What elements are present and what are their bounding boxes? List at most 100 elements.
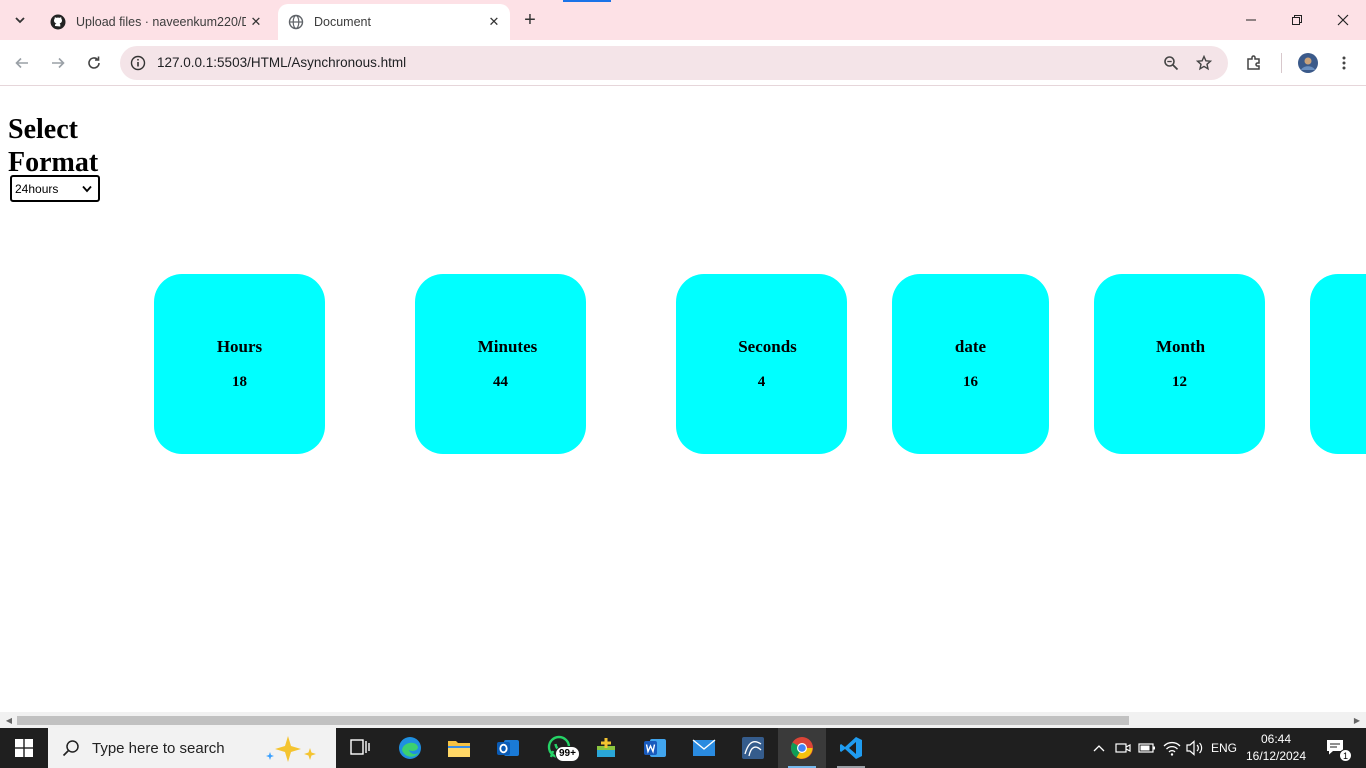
scroll-right-icon[interactable]: ▶	[1351, 714, 1363, 726]
more-vertical-icon	[1342, 56, 1346, 70]
scrollbar-thumb[interactable]	[17, 716, 1129, 725]
camera-icon	[1115, 743, 1131, 753]
chevron-up-icon	[1093, 745, 1105, 752]
restore-icon	[1292, 15, 1302, 25]
clock-date: 16/12/2024	[1245, 749, 1307, 763]
zoom-icon[interactable]	[1161, 53, 1181, 73]
minutes-card: Minutes 44	[415, 274, 586, 454]
taskbar-vscode[interactable]	[827, 728, 875, 768]
minimize-icon	[1246, 19, 1256, 21]
scroll-left-icon[interactable]: ◀	[3, 714, 15, 726]
taskbar-search-box[interactable]: Type here to search	[48, 728, 336, 768]
windows-taskbar: Type here to search 99+ ENG 06:44 16/12/…	[0, 728, 1366, 768]
task-view-icon	[350, 739, 370, 755]
tray-overflow-button[interactable]	[1088, 728, 1110, 768]
chrome-icon	[791, 737, 813, 759]
arrow-left-icon	[15, 57, 28, 69]
page-heading: Select Format	[8, 114, 99, 178]
new-tab-button[interactable]: +	[518, 8, 542, 32]
tab-upload-files[interactable]: Upload files · naveenkum220/D ✕	[40, 4, 272, 40]
edge-icon	[399, 737, 421, 759]
site-info-icon[interactable]	[128, 53, 148, 73]
taskbar-chrome[interactable]	[778, 728, 826, 768]
tray-clock[interactable]: 06:44 16/12/2024	[1244, 731, 1308, 765]
notification-count-badge: 1	[1339, 749, 1352, 762]
taskbar-sql-tool[interactable]	[729, 728, 777, 768]
arrow-right-icon	[52, 57, 65, 69]
action-center-button[interactable]: 1	[1318, 728, 1354, 768]
card-label: Month	[1155, 337, 1206, 356]
tab-title: Document	[314, 15, 371, 29]
tab-title: Upload files · naveenkum220/D	[76, 15, 246, 29]
restore-button[interactable]	[1274, 0, 1320, 40]
taskbar-mail[interactable]	[680, 728, 728, 768]
windows-logo-icon	[15, 739, 33, 757]
url-text[interactable]: 127.0.0.1:5503/HTML/Asynchronous.html	[157, 55, 406, 70]
task-view-button[interactable]	[336, 728, 384, 768]
search-icon	[62, 740, 79, 757]
format-select-value: 24hours	[15, 181, 59, 196]
card-value: 12	[1172, 374, 1187, 390]
tray-battery[interactable]	[1136, 728, 1158, 768]
taskbar-app-plus[interactable]	[582, 728, 630, 768]
reload-button[interactable]	[81, 50, 107, 76]
wifi-icon	[1163, 741, 1181, 756]
card-value: 4	[757, 374, 766, 390]
tray-network[interactable]	[1160, 728, 1184, 768]
profile-avatar[interactable]	[1295, 50, 1321, 76]
extensions-button[interactable]	[1241, 50, 1267, 76]
tab-search-button[interactable]	[8, 8, 32, 32]
tray-meet-now[interactable]	[1112, 728, 1134, 768]
outlook-icon	[497, 740, 519, 756]
start-button[interactable]	[0, 728, 48, 768]
date-card: date 16	[892, 274, 1049, 454]
chevron-down-icon	[82, 185, 92, 192]
loading-indicator	[563, 0, 611, 2]
tab-close-icon[interactable]: ✕	[484, 12, 504, 32]
folder-icon	[448, 741, 470, 757]
menu-button[interactable]	[1331, 50, 1357, 76]
avatar-icon	[1298, 53, 1318, 73]
month-card: Month 12	[1094, 274, 1265, 454]
card-label: Seconds	[738, 337, 797, 356]
tab-strip: Upload files · naveenkum220/D ✕ Document…	[0, 0, 1366, 40]
chevron-down-icon	[15, 17, 25, 24]
tab-close-icon[interactable]: ✕	[246, 12, 266, 32]
card-label: date	[954, 337, 987, 356]
bookmark-star-icon[interactable]	[1194, 53, 1214, 73]
forward-button[interactable]	[45, 50, 71, 76]
minimize-button[interactable]	[1228, 0, 1274, 40]
taskbar-whatsapp[interactable]: 99+	[533, 728, 587, 768]
card-value: 18	[232, 374, 247, 390]
card-label: Hours	[216, 337, 263, 356]
close-icon	[1337, 14, 1349, 26]
vscode-icon	[840, 737, 862, 759]
toolbar-divider	[1281, 53, 1282, 73]
taskbar-edge[interactable]	[386, 728, 434, 768]
year-card-partial	[1310, 274, 1366, 454]
back-button[interactable]	[9, 50, 35, 76]
format-select[interactable]: 24hours	[10, 175, 100, 202]
github-icon	[50, 14, 66, 30]
tray-volume[interactable]	[1184, 728, 1206, 768]
database-tool-icon	[742, 737, 764, 759]
close-window-button[interactable]	[1320, 0, 1366, 40]
card-value: 16	[963, 374, 978, 390]
word-icon	[644, 739, 666, 757]
notification-badge: 99+	[555, 746, 580, 762]
horizontal-scrollbar[interactable]: ◀ ▶	[0, 712, 1366, 728]
tray-language[interactable]: ENG	[1208, 728, 1240, 768]
globe-icon	[288, 14, 304, 30]
taskbar-word[interactable]	[631, 728, 679, 768]
puzzle-icon	[1247, 55, 1260, 70]
reload-icon	[88, 56, 100, 69]
address-bar[interactable]: 127.0.0.1:5503/HTML/Asynchronous.html	[120, 46, 1228, 80]
taskbar-outlook[interactable]	[484, 728, 532, 768]
taskbar-file-explorer[interactable]	[435, 728, 483, 768]
mail-icon	[692, 739, 716, 756]
browser-toolbar: 127.0.0.1:5503/HTML/Asynchronous.html	[0, 40, 1366, 86]
card-value: 44	[493, 374, 508, 390]
app-icon	[597, 738, 615, 757]
hours-card: Hours 18	[154, 274, 325, 454]
tab-document[interactable]: Document ✕	[278, 4, 510, 40]
